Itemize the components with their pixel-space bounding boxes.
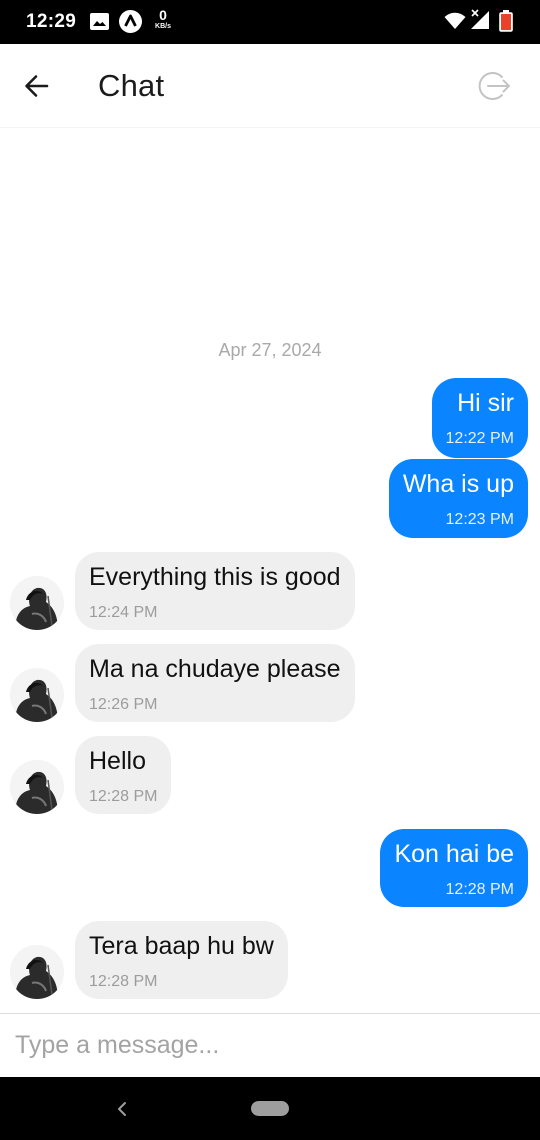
app-bar: Chat [0,44,540,128]
message-bubble-outgoing[interactable]: Kon hai be 12:28 PM [380,829,528,907]
battery-icon [499,10,513,37]
message-time: 12:22 PM [445,430,514,447]
message-time: 12:26 PM [89,696,158,713]
message-input[interactable] [0,1014,540,1077]
net-speed-unit: KB/s [155,23,171,30]
chevron-left-icon [118,1102,126,1116]
page-title: Chat [98,68,165,103]
logout-icon [478,72,510,100]
message-bubble-outgoing[interactable]: Wha is up 12:23 PM [388,459,528,538]
signal-icon [470,9,490,35]
logout-button[interactable] [474,66,514,106]
message-text: Kon hai be [394,840,514,868]
message-time: 12:28 PM [89,973,158,990]
message-bubble-incoming[interactable]: Hello 12:28 PM [75,736,172,814]
message-time: 12:28 PM [445,881,514,898]
net-speed: 0 KB/s [150,8,176,30]
date-separator: Apr 27, 2024 [218,340,322,360]
nav-home-button[interactable] [251,1101,289,1116]
avatar-image [10,945,64,999]
message-text: Ma na chudaye please [89,655,341,683]
avatar[interactable] [10,576,64,630]
message-time: 12:24 PM [89,604,158,621]
message-bubble-incoming[interactable]: Tera baap hu bw 12:28 PM [75,921,288,999]
message-text: Hello [89,747,146,775]
message-text: Hi sir [457,389,514,417]
message-bubble-incoming[interactable]: Ma na chudaye please 12:26 PM [75,644,355,722]
nav-back-button[interactable] [110,1097,134,1121]
message-text: Wha is up [402,470,514,498]
message-time: 12:23 PM [445,511,514,528]
message-text: Tera baap hu bw [89,932,274,960]
net-speed-value: 0 [159,7,167,23]
avatar-image [10,576,64,630]
avatar[interactable] [10,945,64,999]
message-time: 12:28 PM [89,788,158,805]
system-nav-bar [0,1077,540,1140]
avatar[interactable] [10,760,64,814]
wifi-icon [444,12,466,35]
arrow-left-icon [25,75,49,97]
chat-area[interactable]: Apr 27, 2024 Hi sir 12:22 PM Wha is up 1… [0,128,540,1013]
message-text: Everything this is good [89,563,341,591]
avatar-image [10,760,64,814]
status-time: 12:29 [26,11,77,32]
arrow-app-icon [119,10,142,38]
message-bubble-outgoing[interactable]: Hi sir 12:22 PM [431,378,528,458]
back-button[interactable] [18,66,58,106]
status-bar: 12:29 0 KB/s [0,0,540,44]
image-icon [90,13,109,35]
message-bubble-incoming[interactable]: Everything this is good 12:24 PM [75,552,355,630]
message-composer [0,1013,540,1077]
avatar[interactable] [10,668,64,722]
avatar-image [10,668,64,722]
